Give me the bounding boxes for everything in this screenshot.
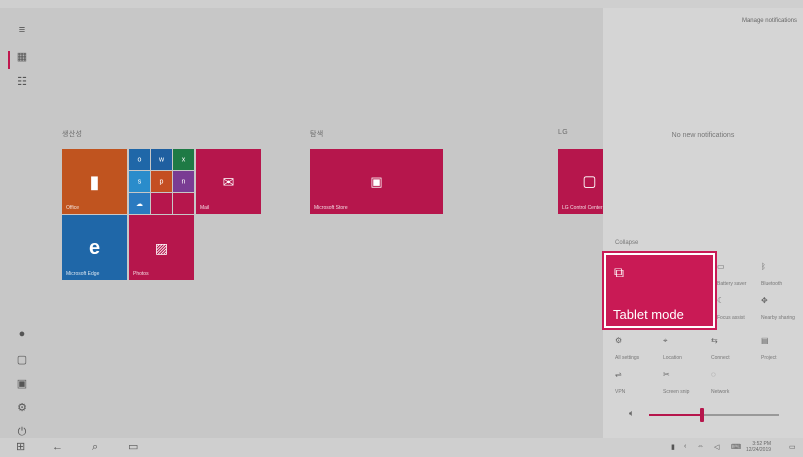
office-icon: ▮ [89, 171, 100, 192]
notification-center-icon[interactable]: ▭ [789, 443, 796, 451]
quick-action-battery-saver[interactable]: ▭ Battery saver [713, 258, 757, 290]
tile-lg[interactable]: ▢ LG Control Center [558, 149, 603, 214]
tile-mail[interactable]: ✉ Mail [196, 149, 261, 214]
group-title-lg: LG [558, 129, 568, 136]
bluetooth-icon: ᛒ [761, 262, 766, 271]
group-title-productivity: 생산성 [62, 131, 83, 138]
tile-label: Photos [133, 271, 149, 277]
tablet-mode-icon: ⧉ [614, 264, 624, 280]
all-apps-icon[interactable]: ☷ [16, 76, 28, 88]
power-icon[interactable]: ⏻ [16, 426, 28, 438]
outlook-icon: o [129, 149, 150, 170]
clock-date: 12/24/2019 [746, 447, 772, 453]
tile-label: Office [66, 205, 79, 211]
user-icon[interactable]: ● [16, 328, 28, 340]
connect-icon: ⇆ [711, 336, 718, 345]
quick-action-screen-snip[interactable]: ✂ Screen snip [659, 366, 703, 398]
battery-icon[interactable]: ▮ [671, 443, 675, 451]
group-title-explore: 탐색 [310, 131, 324, 138]
taskbar-clock[interactable]: 3:52 PM 12/24/2019 [746, 441, 771, 453]
volume-tray-icon[interactable]: ◁ [714, 443, 719, 451]
square-icon: ▢ [582, 172, 597, 190]
photos-icon: ▨ [154, 239, 169, 256]
tile-office[interactable]: ▮ Office [62, 149, 127, 214]
windows-start-icon[interactable]: ⊞ [16, 441, 25, 454]
volume-thumb[interactable] [700, 408, 704, 422]
quick-action-location[interactable]: ⌖ Location [659, 332, 703, 364]
tablet-mode-toggle[interactable]: ⧉ Tablet mode [604, 253, 715, 328]
start-rail: ≡ ▦ ☷ ● ▢ ▣ ⚙ ⏻ [8, 16, 38, 446]
mail-icon: ✉ [222, 173, 235, 190]
mini-tile-empty [151, 193, 172, 214]
settings-icon: ⚙ [615, 336, 623, 345]
back-arrow-icon[interactable]: ← [52, 441, 63, 454]
mini-tile-empty [173, 193, 194, 214]
documents-icon[interactable]: ▢ [16, 354, 28, 366]
moon-icon: ☾ [717, 296, 725, 305]
onedrive-icon: ☁ [129, 193, 150, 214]
tile-store[interactable]: ▣ Microsoft Store [310, 149, 443, 214]
tile-label: Microsoft Edge [66, 271, 100, 277]
tile-label: Microsoft Store [314, 205, 348, 211]
rail-active-indicator [8, 51, 10, 69]
edge-icon: e [88, 236, 101, 259]
network-icon: ◌ [711, 370, 716, 379]
vpn-icon: ⇌ [615, 370, 622, 379]
excel-icon: x [173, 149, 194, 170]
quick-action-project[interactable]: ▤ Project [757, 332, 801, 364]
pictures-icon[interactable]: ▣ [16, 378, 28, 390]
project-icon: ▤ [761, 336, 769, 345]
onenote-icon: n [173, 171, 194, 192]
tablet-mode-label: Tablet mode [613, 307, 684, 322]
quick-action-bluetooth[interactable]: ᛒ Bluetooth [757, 258, 801, 290]
menu-icon[interactable]: ≡ [16, 24, 28, 36]
tile-label: LG Control Center [562, 205, 603, 211]
start-menu: ≡ ▦ ☷ ● ▢ ▣ ⚙ ⏻ 생산성 탐색 LG ▮ Office o w x… [0, 8, 603, 438]
quick-action-connect[interactable]: ⇆ Connect [707, 332, 751, 364]
brightness-icon: ✥ [761, 296, 768, 305]
settings-icon[interactable]: ⚙ [16, 402, 28, 414]
powerpoint-icon: p [151, 171, 172, 192]
word-icon: w [151, 149, 172, 170]
manage-notifications-link[interactable]: Manage notifications [742, 18, 797, 24]
taskbar: ⊞ ← ⌕ ▭ ▮ ‹ ⇔ ◁ ⌨ 3:52 PM 12/24/2019 ▭ [0, 438, 803, 457]
task-view-icon[interactable]: ▭ [128, 441, 138, 454]
keyboard-icon[interactable]: ⌨ [731, 443, 741, 451]
no-notifications-text: No new notifications [671, 132, 735, 139]
collapse-link[interactable]: Collapse [615, 240, 638, 246]
location-icon: ⌖ [663, 336, 668, 345]
snip-icon: ✂ [663, 370, 670, 379]
quick-action-all-settings[interactable]: ⚙ All settings [611, 332, 655, 364]
tile-label: Mail [200, 205, 210, 211]
speaker-icon: 🔈︎ [629, 408, 635, 418]
tile-photos[interactable]: ▨ Photos [129, 215, 194, 280]
quick-action-network[interactable]: ◌ Network [707, 366, 751, 398]
store-icon: ▣ [370, 173, 383, 189]
volume-slider[interactable]: 🔈︎ [625, 404, 785, 424]
network-tray-icon[interactable]: ⇔ [697, 443, 704, 450]
volume-fill [649, 414, 702, 416]
quick-action-nearby-sharing[interactable]: ✥ Nearby sharing [757, 292, 801, 324]
tiles-icon[interactable]: ▦ [16, 51, 28, 63]
action-center: Manage notifications No new notification… [603, 8, 803, 438]
skype-icon: s [129, 171, 150, 192]
search-icon[interactable]: ⌕ [92, 441, 98, 454]
quick-action-vpn[interactable]: ⇌ VPN [611, 366, 655, 398]
quick-action-focus-assist[interactable]: ☾ Focus assist [713, 292, 757, 324]
tile-office-apps-folder[interactable]: o w x s p n ☁ [129, 149, 194, 214]
tile-edge[interactable]: e Microsoft Edge [62, 215, 127, 280]
display-icon: ▭ [717, 262, 725, 271]
chevron-left-icon[interactable]: ‹ [684, 443, 686, 450]
